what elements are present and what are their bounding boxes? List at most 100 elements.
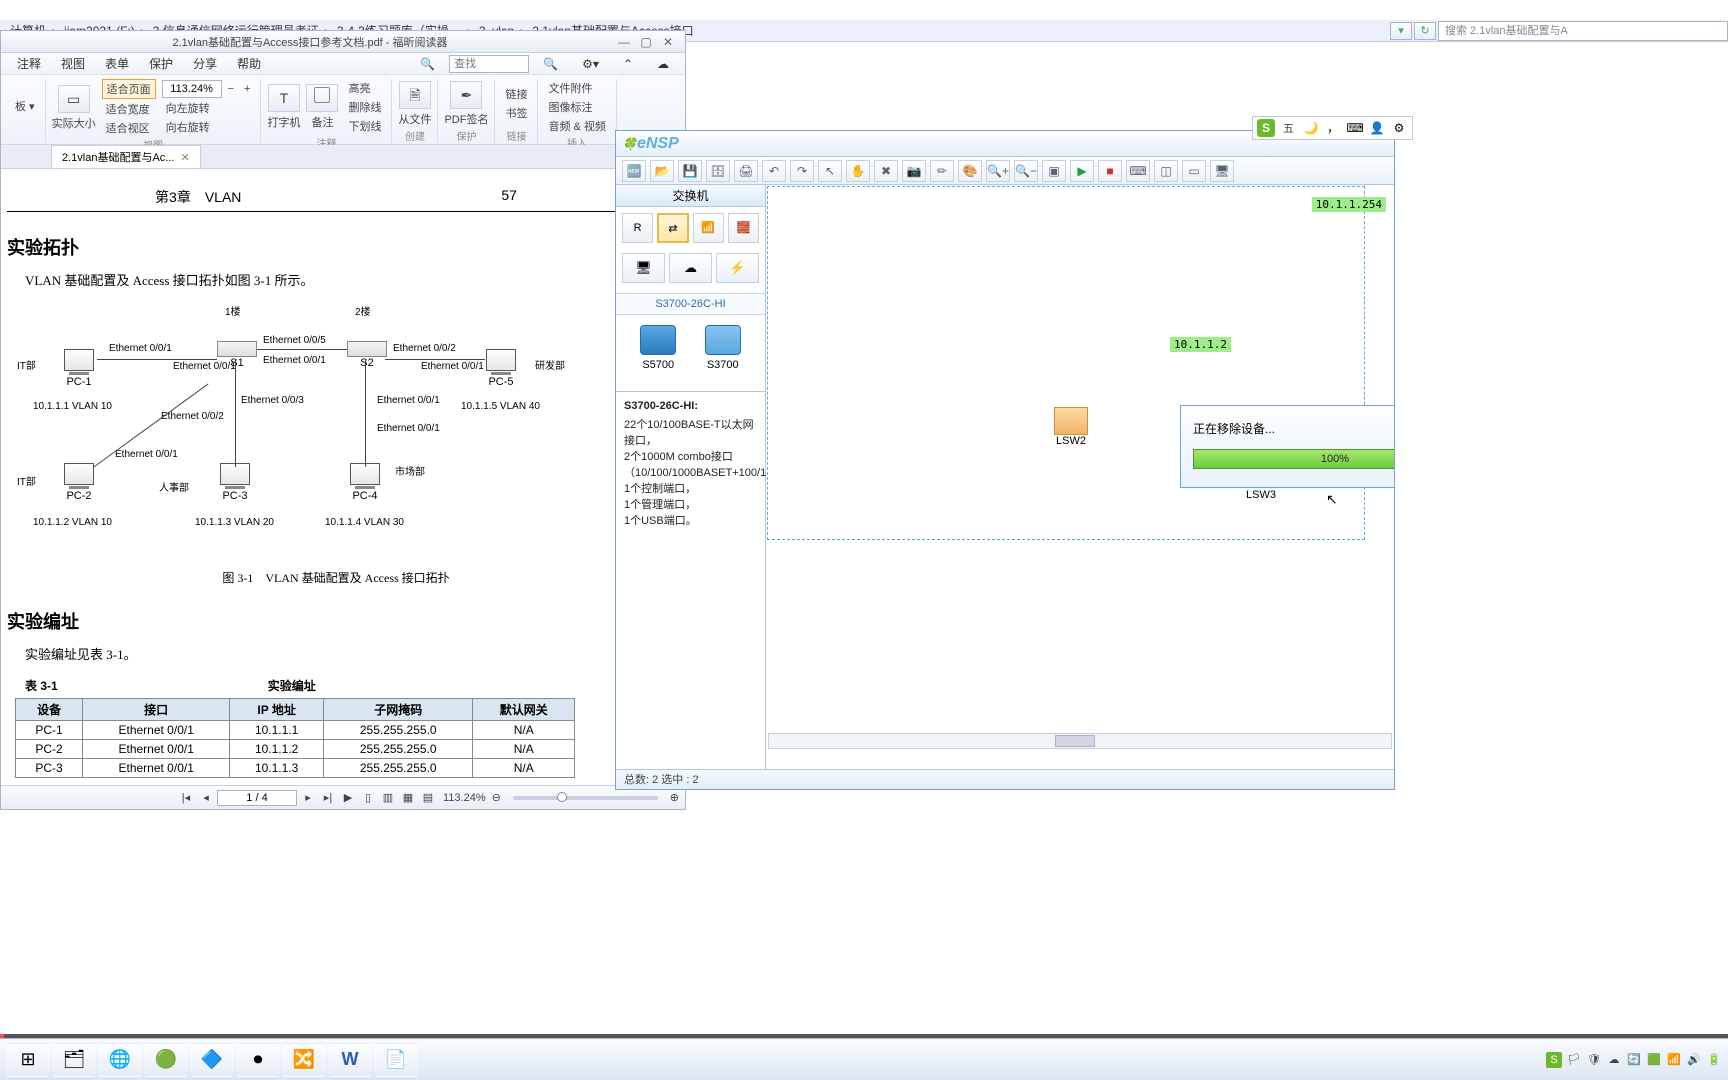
canvas-node-lsw2[interactable]: LSW2 <box>1054 407 1088 447</box>
sogou-logo-icon[interactable]: S <box>1257 119 1275 137</box>
highlight-button[interactable]: 高亮 <box>344 79 385 97</box>
close-tab-icon[interactable]: ✕ <box>180 151 189 164</box>
fit-view-button[interactable]: 适合视区 <box>102 119 156 137</box>
explorer-search-input[interactable]: 搜索 2.1vlan基础配置与A <box>1438 21 1728 41</box>
rotate-left-button[interactable]: 向左旋转 <box>162 99 255 117</box>
tray-speaker-icon[interactable]: 🔊 <box>1686 1052 1702 1068</box>
find-go-icon[interactable]: 🔍 <box>533 57 568 71</box>
taskbar-word[interactable]: W <box>328 1043 372 1077</box>
next-page-button[interactable]: ▸ <box>299 790 317 806</box>
audio-video-button[interactable]: 音频 & 视频 <box>544 117 609 135</box>
file-attach-button[interactable]: 文件附件 <box>544 79 609 97</box>
tray-flag-icon[interactable]: 🏳 <box>1566 1052 1582 1068</box>
pan-icon[interactable]: ✋ <box>846 160 870 182</box>
close-button[interactable]: ✕ <box>657 35 679 49</box>
ribbon-collapse-icon[interactable]: ⌃ <box>613 57 643 71</box>
menu-form[interactable]: 表单 <box>95 55 139 72</box>
capture-icon[interactable]: 📷 <box>902 160 926 182</box>
layout-cont-facing-icon[interactable]: ▤ <box>419 790 437 806</box>
zoom-out-icon[interactable]: 🔍− <box>1014 160 1038 182</box>
dropdown-icon[interactable]: ▾ <box>1390 22 1412 40</box>
first-page-button[interactable]: |◂ <box>177 790 195 806</box>
link-category-icon[interactable]: ⚡ <box>716 253 759 283</box>
pdf-viewport[interactable]: 第3章 VLAN 57 实验拓扑 VLAN 基础配置及 Access 接口拓扑如… <box>1 169 685 785</box>
tray-battery-icon[interactable]: 🔋 <box>1706 1052 1722 1068</box>
save-as-icon[interactable]: 🗄 <box>706 160 730 182</box>
layout-icon[interactable]: ◫ <box>1154 160 1178 182</box>
rotate-right-button[interactable]: 向右旋转 <box>162 118 255 136</box>
fit-width-button[interactable]: 适合宽度 <box>102 100 156 118</box>
undo-icon[interactable]: ↶ <box>762 160 786 182</box>
start-button[interactable]: ⊞ <box>6 1043 50 1077</box>
firewall-category-icon[interactable]: 🧱 <box>728 213 759 243</box>
play-icon[interactable]: ▶ <box>339 790 357 806</box>
layout-facing-icon[interactable]: ▦ <box>399 790 417 806</box>
palette-icon[interactable]: 🎨 <box>958 160 982 182</box>
fit-page-button[interactable]: 适合页面 <box>102 79 156 99</box>
moon-icon[interactable]: 🌙 <box>1302 119 1320 137</box>
pc-category-icon[interactable]: 🖥 <box>622 253 665 283</box>
menu-protect[interactable]: 保护 <box>139 55 183 72</box>
console-icon[interactable]: 🖥 <box>1210 160 1234 182</box>
cloud-icon[interactable]: ☁ <box>647 57 679 71</box>
zoom-out-button[interactable]: − <box>224 82 238 96</box>
link-button[interactable]: 链接 <box>501 85 531 103</box>
menu-view[interactable]: 视图 <box>51 55 95 72</box>
redo-icon[interactable]: ↷ <box>790 160 814 182</box>
tray-network-icon[interactable]: 📶 <box>1666 1052 1682 1068</box>
fit-icon[interactable]: ▣ <box>1042 160 1066 182</box>
tray-shield-icon[interactable]: 🛡 <box>1586 1052 1602 1068</box>
zoom-pct-input[interactable] <box>162 80 222 98</box>
actual-size-icon[interactable]: ▭ <box>58 85 90 113</box>
note-tool-icon[interactable] <box>306 84 338 112</box>
router-category-icon[interactable]: R <box>622 213 653 243</box>
taskbar-vscode[interactable]: 🔷 <box>190 1043 234 1077</box>
ime-mode-label[interactable]: 五 <box>1279 120 1298 136</box>
ensp-canvas[interactable]: 10.1.1.254 10.1.1.2 LSW2 LSW3 正在移除设备... … <box>766 185 1394 769</box>
delete-icon[interactable]: ✖ <box>874 160 898 182</box>
canvas-hscrollbar[interactable] <box>768 733 1392 749</box>
typewriter-icon[interactable]: T <box>268 84 300 112</box>
tray-cloud-icon[interactable]: ☁ <box>1606 1052 1622 1068</box>
layout-single-icon[interactable]: ▯ <box>359 790 377 806</box>
cli-icon[interactable]: ⌨ <box>1126 160 1150 182</box>
device-s3700[interactable]: S3700 <box>695 325 752 371</box>
settings-icon[interactable]: ⚙ <box>1390 119 1408 137</box>
search-icon[interactable]: 🔍 <box>410 57 445 71</box>
switch-category-icon[interactable]: ⇄ <box>657 213 688 243</box>
menu-help[interactable]: 帮助 <box>227 55 271 72</box>
last-page-button[interactable]: ▸| <box>319 790 337 806</box>
zoom-in-icon[interactable]: ⊕ <box>670 791 679 804</box>
taskbar-explorer[interactable]: 🗂 <box>52 1043 96 1077</box>
taskbar-chrome[interactable]: 🟢 <box>144 1043 188 1077</box>
punctuation-icon[interactable]: ， <box>1324 119 1342 137</box>
paste-button[interactable]: 板 ▾ <box>11 97 39 115</box>
layout-cont-icon[interactable]: ▥ <box>379 790 397 806</box>
person-icon[interactable]: 👤 <box>1368 119 1386 137</box>
underline-button[interactable]: 下划线 <box>344 117 385 135</box>
zoom-slider[interactable] <box>513 796 658 800</box>
taskbar-recorder[interactable]: ⏺ <box>236 1043 280 1077</box>
taskbar-ie[interactable]: 🌐 <box>98 1043 142 1077</box>
pdf-sign-icon[interactable]: ✒ <box>450 81 482 109</box>
tray-sync-icon[interactable]: 🔄 <box>1626 1052 1642 1068</box>
save-icon[interactable]: 💾 <box>678 160 702 182</box>
tray-antivirus-icon[interactable]: 🟩 <box>1646 1052 1662 1068</box>
wlan-category-icon[interactable]: 📶 <box>693 213 724 243</box>
keyboard-icon[interactable]: ⌨ <box>1346 119 1364 137</box>
prev-page-button[interactable]: ◂ <box>197 790 215 806</box>
taskbar-shareplus[interactable]: 🔀 <box>282 1043 326 1077</box>
menu-share[interactable]: 分享 <box>183 55 227 72</box>
minimize-button[interactable]: — <box>613 35 635 49</box>
zoom-in-icon[interactable]: 🔍+ <box>986 160 1010 182</box>
cloud-category-icon[interactable]: ☁ <box>669 253 712 283</box>
tray-sogou-icon[interactable]: S <box>1546 1052 1562 1068</box>
document-tab[interactable]: 2.1vlan基础配置与Ac... ✕ <box>51 145 201 168</box>
zoom-in-button[interactable]: + <box>240 82 254 96</box>
system-tray[interactable]: S 🏳 🛡 ☁ 🔄 🟩 📶 🔊 🔋 <box>1546 1052 1722 1068</box>
new-file-icon[interactable]: 🆕 <box>622 160 646 182</box>
select-icon[interactable]: ↖ <box>818 160 842 182</box>
page-input[interactable] <box>217 790 297 806</box>
zoom-out-icon[interactable]: ⊖ <box>492 791 501 804</box>
refresh-icon[interactable]: ↻ <box>1414 22 1436 40</box>
